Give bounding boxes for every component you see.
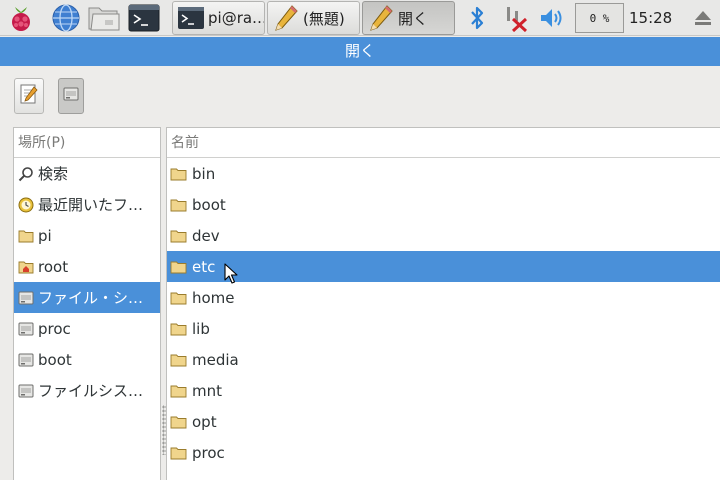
place-label: pi [38, 226, 52, 245]
place-label: ファイル・シ… [38, 289, 144, 307]
task-label: pi@ra… [208, 9, 265, 27]
file-row-proc[interactable]: proc [167, 437, 720, 468]
place-label: boot [38, 350, 72, 369]
task-terminal-button[interactable]: pi@ra… [172, 1, 265, 35]
name-column-header[interactable]: 名前 [167, 128, 720, 158]
folder-icon [170, 228, 188, 244]
place-item-boot[interactable]: boot [14, 344, 160, 375]
path-root-button[interactable] [58, 78, 84, 114]
drive-icon [18, 290, 34, 306]
file-name: dev [192, 226, 220, 245]
dialog-title: 開く [344, 42, 375, 60]
place-item-pi[interactable]: pi [14, 220, 160, 251]
network-disconnected-icon[interactable] [500, 2, 532, 34]
places-sidebar: 場所(P) 検索 最近開いたフ… pi root ファイル・シ… proc bo… [13, 127, 161, 480]
folder-icon [170, 414, 188, 430]
file-name: boot [192, 195, 226, 214]
place-label: root [38, 257, 69, 276]
place-item-root[interactable]: root [14, 251, 160, 282]
file-name: lib [192, 319, 210, 338]
drive-icon [63, 86, 79, 106]
cpu-usage-label: 0 % [589, 11, 610, 25]
web-browser-icon[interactable] [49, 2, 83, 34]
file-row-media[interactable]: media [167, 344, 720, 375]
drive-icon [18, 352, 34, 368]
terminal-icon[interactable] [127, 2, 161, 34]
terminal-icon [177, 4, 205, 32]
folder-icon [170, 352, 188, 368]
file-name: opt [192, 412, 217, 431]
place-item-proc[interactable]: proc [14, 313, 160, 344]
task-label: (無題) [303, 9, 345, 28]
file-name: media [192, 350, 239, 369]
file-name: home [192, 288, 235, 307]
mouse-cursor-icon [224, 263, 238, 284]
place-label: 最近開いたフ… [38, 196, 144, 214]
raspberry-menu-icon[interactable] [4, 2, 38, 34]
task-editor-untitled-button[interactable]: (無題) [267, 1, 360, 35]
eject-icon[interactable] [688, 2, 718, 34]
taskbar: pi@ra… (無題) 開く 0 % 15:28 [0, 0, 720, 36]
place-label: proc [38, 319, 71, 338]
file-row-boot[interactable]: boot [167, 189, 720, 220]
place-label: ファイルシス… [38, 382, 144, 400]
folder-icon [170, 166, 188, 182]
folder-icon [170, 290, 188, 306]
file-row-lib[interactable]: lib [167, 313, 720, 344]
folder-icon [170, 197, 188, 213]
file-name: etc [192, 257, 216, 276]
file-row-mnt[interactable]: mnt [167, 375, 720, 406]
type-location-button[interactable] [14, 78, 44, 114]
clock[interactable]: 15:28 [629, 0, 672, 36]
place-item-recent[interactable]: 最近開いたフ… [14, 189, 160, 220]
file-name: mnt [192, 381, 222, 400]
bluetooth-icon[interactable] [462, 2, 492, 34]
places-header: 場所(P) [14, 128, 160, 158]
volume-icon[interactable] [536, 2, 568, 34]
file-name: bin [192, 164, 216, 183]
pencil-icon [272, 4, 300, 32]
folder-icon [170, 445, 188, 461]
cpu-usage-monitor[interactable]: 0 % [575, 3, 624, 33]
file-row-opt[interactable]: opt [167, 406, 720, 437]
file-row-home[interactable]: home [167, 282, 720, 313]
home-folder-icon [18, 259, 34, 275]
file-row-etc[interactable]: etc [167, 251, 720, 282]
name-column-label: 名前 [171, 135, 199, 151]
drive-icon [18, 321, 34, 337]
place-item-filesystem-root[interactable]: ファイル・シ… [14, 282, 160, 313]
folder-icon [170, 383, 188, 399]
file-name: proc [192, 443, 225, 462]
task-label: 開く [398, 9, 429, 28]
file-manager-icon[interactable] [87, 2, 121, 34]
file-row-bin[interactable]: bin [167, 158, 720, 189]
folder-icon [18, 228, 34, 244]
drive-icon [18, 383, 34, 399]
pencil-icon [367, 4, 395, 32]
file-list: 名前 bin boot dev etc home lib media mnt opt proc [166, 127, 720, 480]
recent-clock-icon [18, 197, 34, 213]
dialog-title-bar[interactable]: 開く [0, 37, 720, 66]
place-item-filesystem[interactable]: ファイルシス… [14, 375, 160, 406]
place-label: 検索 [38, 165, 69, 183]
folder-icon [170, 259, 188, 275]
task-open-dialog-button[interactable]: 開く [362, 1, 455, 35]
edit-document-icon [19, 83, 39, 109]
file-row-dev[interactable]: dev [167, 220, 720, 251]
folder-icon [170, 321, 188, 337]
place-item-search[interactable]: 検索 [14, 158, 160, 189]
search-icon [18, 166, 34, 182]
